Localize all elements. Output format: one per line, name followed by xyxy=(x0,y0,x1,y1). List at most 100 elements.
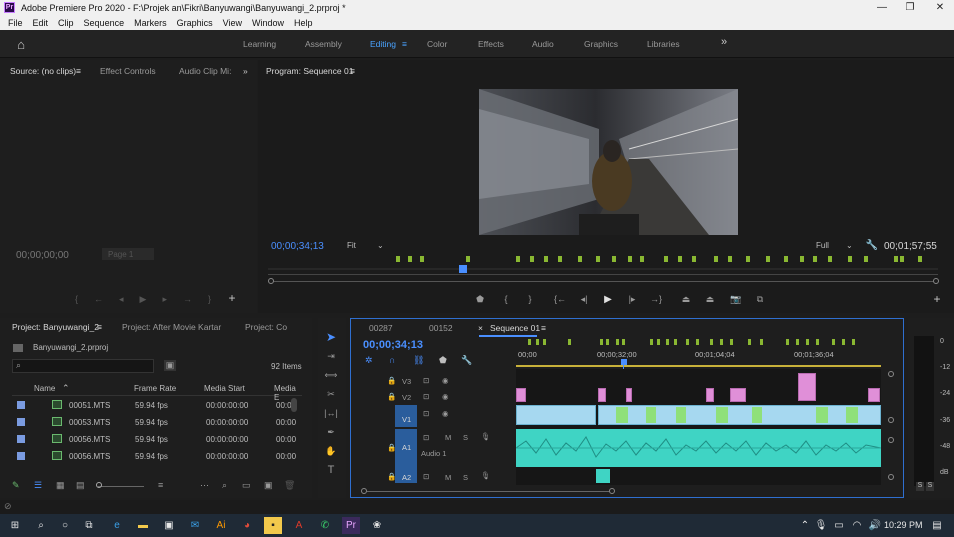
v2-clip[interactable] xyxy=(598,388,606,402)
tab-00287[interactable]: 00287 xyxy=(369,319,393,337)
v2-clip[interactable] xyxy=(626,388,632,402)
lift-icon[interactable]: ⏏ xyxy=(680,293,692,305)
a2-audio-clip[interactable] xyxy=(596,469,610,483)
pen-tool-icon[interactable]: ✒ xyxy=(323,425,339,439)
go-to-in-icon[interactable]: {← xyxy=(554,293,566,305)
v3-clip[interactable] xyxy=(798,373,816,401)
add-button-icon[interactable]: + xyxy=(226,291,238,305)
freeform-view-icon[interactable]: ▤ xyxy=(76,480,85,491)
zoom-scrollbar[interactable] xyxy=(274,281,933,282)
column-name[interactable]: Name xyxy=(34,384,55,393)
project-row[interactable]: 00056.MTS 59.94 fps 00:00:00:00 00:00 xyxy=(12,431,302,447)
store-icon[interactable]: ▣ xyxy=(160,517,178,534)
tab-project-after-movie[interactable]: Project: After Movie Kartar xyxy=(122,318,221,336)
linked-selection-icon[interactable]: ⛓ xyxy=(413,355,424,366)
project-row[interactable]: 00053.MTS 59.94 fps 00:00:00:00 00:00 xyxy=(12,414,302,430)
wifi-icon[interactable]: ◠ xyxy=(848,517,866,534)
clear-icon[interactable]: 🗑 xyxy=(284,480,295,491)
v1-transition[interactable] xyxy=(752,407,762,423)
add-button-icon[interactable]: + xyxy=(931,292,943,306)
add-marker-icon[interactable]: ⬟ xyxy=(439,355,447,366)
mark-in-icon[interactable]: { xyxy=(500,293,512,305)
workspace-learning[interactable]: Learning xyxy=(243,39,276,49)
premiere-taskbar-icon[interactable]: Pr xyxy=(342,517,360,534)
v1-clip[interactable] xyxy=(598,405,881,425)
notifications-icon[interactable]: ▤ xyxy=(928,517,946,534)
list-view-icon[interactable]: ☰ xyxy=(34,480,42,491)
cortana-icon[interactable]: ○ xyxy=(56,517,74,534)
microphone-icon[interactable]: 🎙 xyxy=(481,471,491,480)
program-ruler[interactable] xyxy=(268,265,938,275)
menu-file[interactable]: File xyxy=(8,18,23,28)
v2-clip[interactable] xyxy=(868,388,880,402)
mail-icon[interactable]: ✉ xyxy=(186,517,204,534)
workspace-assembly[interactable]: Assembly xyxy=(305,39,342,49)
workspace-graphics[interactable]: Graphics xyxy=(584,39,618,49)
taskbar-clock[interactable]: 10:29 PM xyxy=(884,520,923,530)
wrench-icon[interactable]: 🔧 xyxy=(866,239,878,251)
tab-effect-controls[interactable]: Effect Controls xyxy=(100,62,156,80)
hand-tool-icon[interactable]: ✋ xyxy=(323,444,339,458)
sync-lock-icon[interactable]: ⊡ xyxy=(423,472,429,481)
lock-icon[interactable]: 🔒 xyxy=(387,443,396,452)
nest-icon[interactable]: ✲ xyxy=(365,355,373,366)
lock-icon[interactable]: 🔒 xyxy=(387,472,396,481)
close-window-button[interactable]: ✕ xyxy=(926,0,954,15)
sync-lock-icon[interactable]: ⊡ xyxy=(423,376,429,385)
timeline-settings-icon[interactable]: 🔧 xyxy=(461,355,472,366)
home-icon[interactable]: ⌂ xyxy=(12,36,30,52)
add-marker-icon[interactable]: ⬟ xyxy=(474,293,486,305)
new-bin-icon[interactable]: ▣ xyxy=(164,360,176,371)
more-panels-icon[interactable]: » xyxy=(243,62,248,80)
comparison-view-icon[interactable]: ⧉ xyxy=(754,293,766,305)
zoom-handle-right[interactable] xyxy=(933,278,939,284)
solo-right-button[interactable]: S xyxy=(926,482,934,491)
more-workspaces-icon[interactable]: » xyxy=(721,36,727,48)
new-bin-icon[interactable]: ▭ xyxy=(242,480,251,491)
v1-transition[interactable] xyxy=(646,407,656,423)
app-icon[interactable]: ❀ xyxy=(368,517,386,534)
vertical-scroll-handle[interactable] xyxy=(888,474,894,480)
eye-icon[interactable]: ◉ xyxy=(442,392,449,401)
track-content-area[interactable] xyxy=(515,369,882,485)
go-to-out-icon[interactable]: →} xyxy=(650,293,662,305)
project-menu-icon[interactable]: ≡ xyxy=(97,318,102,336)
sticky-notes-icon[interactable]: ▪ xyxy=(264,517,282,534)
illustrator-icon[interactable]: Ai xyxy=(212,517,230,534)
export-frame-icon[interactable]: 📷 xyxy=(730,293,742,305)
sync-lock-icon[interactable]: ⊡ xyxy=(423,409,429,418)
sync-lock-icon[interactable]: ⊡ xyxy=(423,433,429,442)
timeline-menu-icon[interactable]: ≡ xyxy=(541,319,546,337)
v2-clip[interactable] xyxy=(730,388,746,402)
mark-out-icon[interactable]: } xyxy=(524,293,536,305)
project-row[interactable]: 00056.MTS 59.94 fps 00:00:00:00 00:00 xyxy=(12,448,302,464)
icon-view-icon[interactable]: ▦ xyxy=(56,480,65,491)
v1-transition[interactable] xyxy=(716,407,728,423)
mute-button[interactable]: M xyxy=(445,473,451,482)
v2-clip[interactable] xyxy=(706,388,714,402)
search-icon[interactable]: ⌕ xyxy=(32,517,50,534)
v2-clip[interactable] xyxy=(516,388,526,402)
v1-transition[interactable] xyxy=(816,407,828,423)
maximize-button[interactable]: ❐ xyxy=(896,0,924,15)
battery-icon[interactable]: ▭ xyxy=(830,517,848,534)
tab-project-banyuwangi[interactable]: Project: Banyuwangi_2 xyxy=(12,318,99,336)
step-back-icon[interactable]: ◂| xyxy=(578,293,590,305)
horizontal-scroll-right[interactable] xyxy=(609,488,615,494)
track-select-tool-icon[interactable]: ⇥ xyxy=(323,349,339,363)
a1-audio-clip[interactable] xyxy=(515,429,882,467)
workspace-color[interactable]: Color xyxy=(427,39,447,49)
vertical-scroll-handle[interactable] xyxy=(888,437,894,443)
v1-transition[interactable] xyxy=(676,407,686,423)
whatsapp-icon[interactable]: ✆ xyxy=(316,517,334,534)
windows-start-icon[interactable]: ⊞ xyxy=(6,517,24,534)
eye-icon[interactable]: ◉ xyxy=(442,409,449,418)
razor-tool-icon[interactable]: ✂ xyxy=(323,387,339,401)
workspace-menu-icon[interactable]: ≡ xyxy=(402,39,407,49)
menu-graphics[interactable]: Graphics xyxy=(177,18,213,28)
snap-magnet-icon[interactable]: ∩ xyxy=(389,355,395,365)
file-explorer-icon[interactable]: ▬ xyxy=(134,517,152,534)
v1-transition[interactable] xyxy=(616,407,628,423)
sync-lock-icon[interactable]: ⊡ xyxy=(423,392,429,401)
play-icon[interactable]: ▶ xyxy=(602,293,614,305)
